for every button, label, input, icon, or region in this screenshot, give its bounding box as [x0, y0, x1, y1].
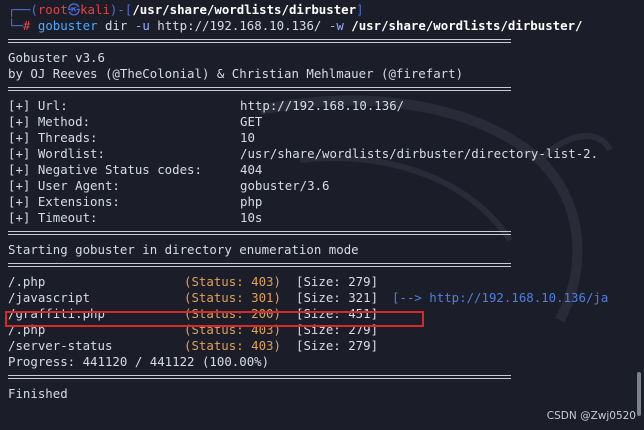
config-row: [+] Wordlist:/usr/share/wordlists/dirbus… [8, 146, 599, 161]
separator [8, 82, 632, 98]
command-flag-w: -w [328, 18, 344, 33]
separator [8, 34, 632, 50]
prompt-user: root [37, 2, 68, 17]
start-message: Starting gobuster in directory enumerati… [8, 242, 359, 257]
separator [8, 258, 632, 274]
banner-version: Gobuster v3.6 [8, 50, 105, 65]
result-row: /javascript (Status: 301) [Size: 321] [--> … [8, 290, 609, 306]
command-name: gobuster [37, 18, 98, 33]
command-subcmd: dir [105, 18, 128, 33]
skull-icon: ㉿ [67, 2, 81, 17]
progress-line: Progress: 441120 / 441122 (100.00%) [8, 354, 270, 369]
config-row: [+] User Agent: gobuster/3.6 [8, 178, 330, 193]
redirect-link[interactable]: [--> http://192.168.10.136/ja [392, 290, 608, 306]
command-flag-u: -u [134, 18, 150, 33]
prompt-cwd: /usr/share/wordlists/dirbuster [132, 2, 357, 17]
scrollbar[interactable] [637, 372, 641, 416]
result-row: /.php (Status: 403) [Size: 279] [8, 274, 379, 289]
result-row: /server-status (Status: 403) [Size: 279] [8, 338, 379, 353]
terminal-output: ┌──(root㉿kali)-[/usr/share/wordlists/dir… [8, 2, 632, 402]
config-row: [+] Method: GET [8, 114, 263, 129]
command-line[interactable]: └─# gobuster dir -u http://192.168.10.13… [8, 18, 632, 34]
config-row: [+] Extensions: php [8, 194, 263, 209]
config-row: [+] Timeout: 10s [8, 210, 263, 225]
command-wordlist: /usr/share/wordlists/dirbuster/ [351, 18, 583, 33]
config-row: [+] Negative Status codes: 404 [8, 162, 263, 177]
config-row: [+] Threads: 10 [8, 130, 255, 145]
separator [8, 370, 632, 386]
prompt-line: ┌──(root㉿kali)-[/usr/share/wordlists/dir… [8, 2, 364, 17]
config-row: [+] Url: http://192.168.10.136/ [8, 98, 405, 113]
watermark-text: CSDN @Zwj0520 [546, 410, 636, 422]
banner-authors: by OJ Reeves (@TheColonial) & Christian … [8, 66, 464, 81]
command-url: http://192.168.10.136/ [157, 18, 322, 33]
prompt-host: kali [80, 2, 110, 17]
highlight-box [5, 311, 424, 327]
separator [8, 226, 632, 242]
finished-line: Finished [8, 386, 68, 401]
